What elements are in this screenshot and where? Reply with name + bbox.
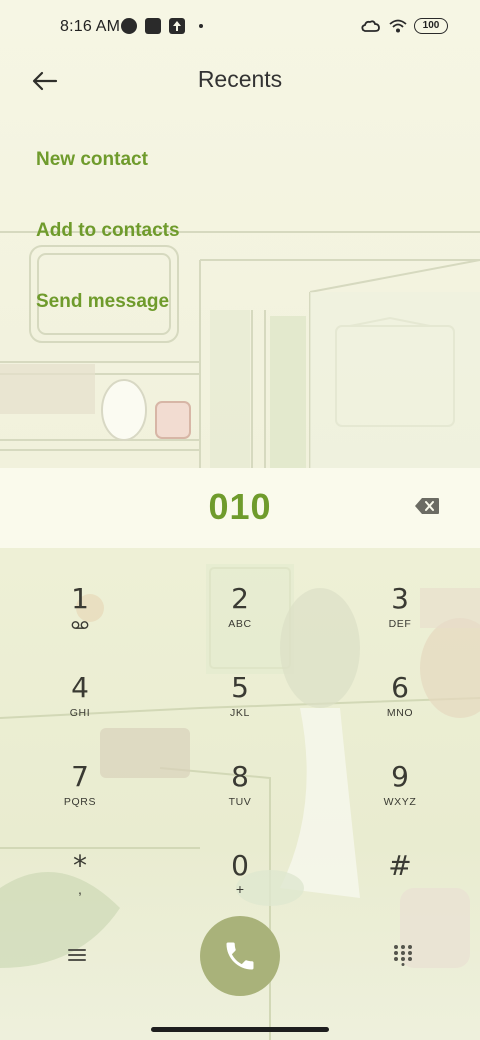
key-letters: WXYZ <box>383 796 417 808</box>
key-2[interactable]: 2 ABC <box>180 582 300 664</box>
status-time: 8:16 AM <box>60 18 121 35</box>
key-letters: DEF <box>388 618 412 630</box>
dialpad-toggle-button[interactable] <box>392 944 414 966</box>
voicemail-icon <box>71 621 89 629</box>
upload-icon <box>169 18 185 34</box>
key-digit: 9 <box>391 760 409 793</box>
home-indicator[interactable] <box>151 1027 329 1032</box>
square-notification-icon <box>145 18 161 34</box>
key-digit: 4 <box>71 671 89 704</box>
key-digit: 1 <box>71 582 89 615</box>
key-7[interactable]: 7 PQRS <box>20 760 140 842</box>
dialed-number[interactable]: 010 <box>0 486 480 528</box>
key-digit: 8 <box>231 760 249 793</box>
key-9[interactable]: 9 WXYZ <box>340 760 460 842</box>
more-dot-icon <box>199 24 203 28</box>
key-letters: TUV <box>228 796 252 808</box>
wifi-icon <box>389 19 407 33</box>
send-message-link[interactable]: Send message <box>36 291 169 313</box>
new-contact-link[interactable]: New contact <box>36 149 148 171</box>
status-notification-icons <box>121 18 203 34</box>
key-digit: # <box>388 849 412 882</box>
phone-icon <box>226 942 254 970</box>
key-digit: 7 <box>71 760 89 793</box>
key-letters: + <box>235 881 245 897</box>
key-digit: * <box>73 849 87 882</box>
key-hash[interactable]: # <box>340 849 460 931</box>
key-digit: 5 <box>231 671 249 704</box>
key-8[interactable]: 8 TUV <box>180 760 300 842</box>
key-letters: , <box>78 881 82 897</box>
key-4[interactable]: 4 GHI <box>20 671 140 753</box>
backspace-button[interactable] <box>414 497 440 515</box>
key-digit: 3 <box>391 582 409 615</box>
status-system-icons: 100 <box>360 18 448 34</box>
key-star[interactable]: * , <box>20 849 140 931</box>
dialpad-icon <box>394 945 412 966</box>
key-letters: MNO <box>386 707 414 719</box>
menu-icon <box>68 949 86 961</box>
key-digit: 6 <box>391 671 409 704</box>
key-digit: 0 <box>231 849 249 882</box>
key-letters: ABC <box>228 618 252 630</box>
key-letters: JKL <box>230 707 250 719</box>
battery-indicator: 100 <box>414 18 448 34</box>
backspace-icon <box>415 498 439 514</box>
page-title: Recents <box>197 66 283 92</box>
cloud-signal-icon <box>361 20 380 32</box>
key-1[interactable]: 1 <box>20 582 140 664</box>
menu-button[interactable] <box>64 944 90 966</box>
key-letters: PQRS <box>63 796 97 808</box>
status-bar: 8:16 AM 100 <box>0 0 480 56</box>
app-notification-icon <box>121 18 137 34</box>
call-button[interactable] <box>200 916 280 996</box>
key-3[interactable]: 3 DEF <box>340 582 460 664</box>
key-digit: 2 <box>231 582 249 615</box>
key-6[interactable]: 6 MNO <box>340 671 460 753</box>
key-5[interactable]: 5 JKL <box>180 671 300 753</box>
key-letters: GHI <box>69 707 91 719</box>
add-to-contacts-link[interactable]: Add to contacts <box>36 220 180 242</box>
